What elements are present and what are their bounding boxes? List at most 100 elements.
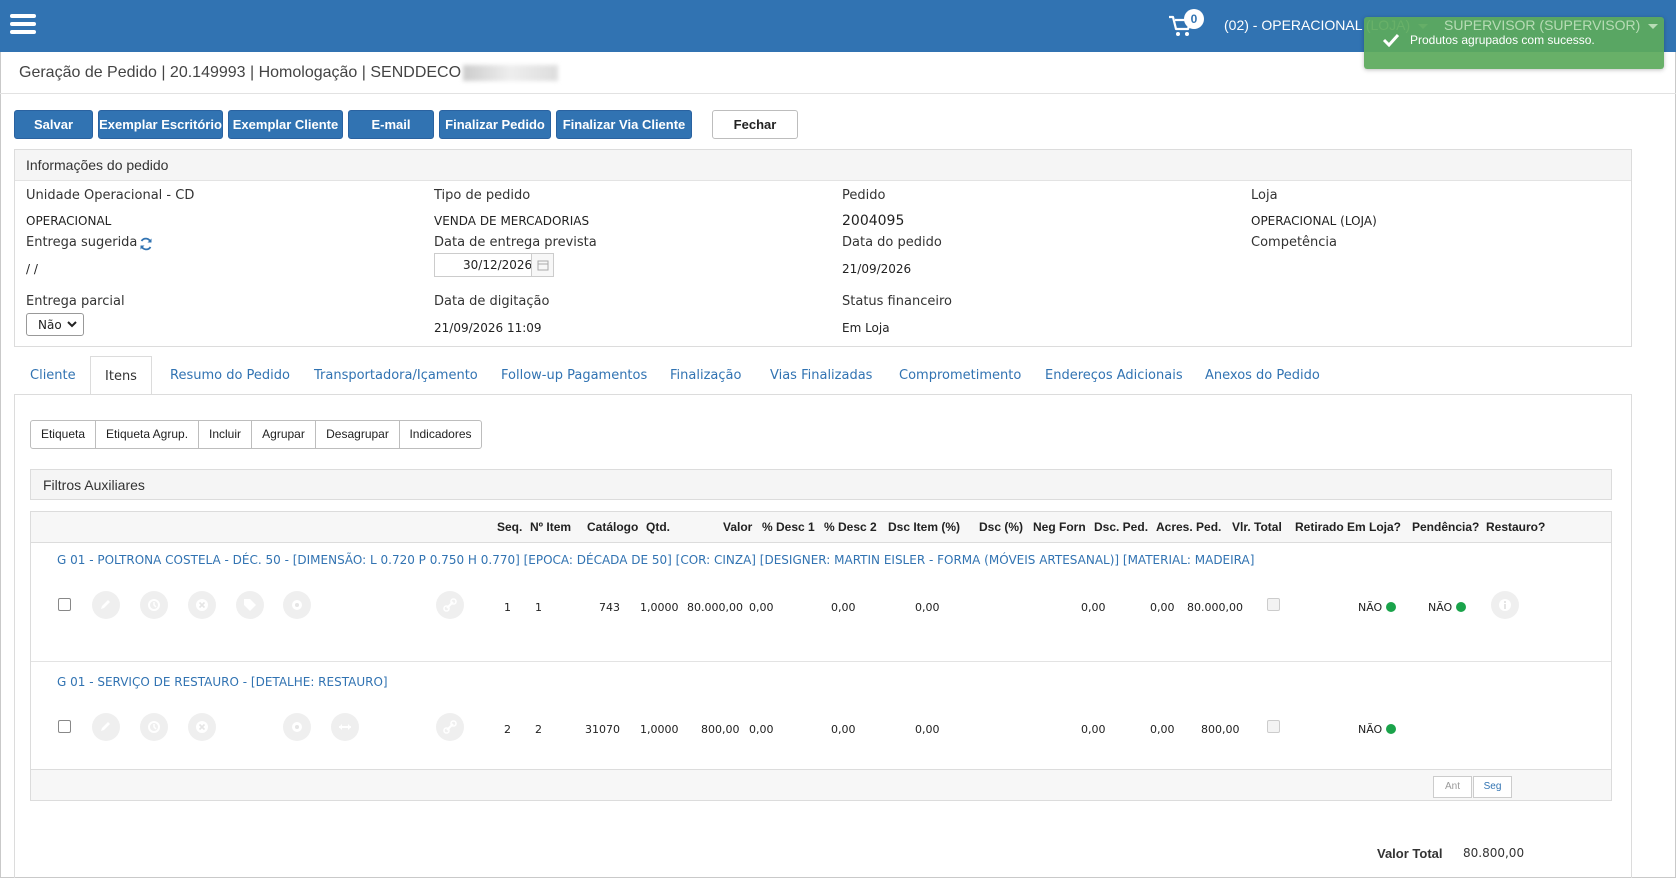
cell-desc1: 0,00 bbox=[749, 601, 774, 614]
filtros-auxiliares-panel[interactable]: Filtros Auxiliares bbox=[30, 469, 1612, 500]
tab-cliente[interactable]: Cliente bbox=[30, 356, 76, 395]
tag-icon[interactable] bbox=[236, 591, 264, 619]
check-icon bbox=[1382, 33, 1400, 47]
cell-vlr-total: 800,00 bbox=[1201, 723, 1240, 736]
link-icon[interactable] bbox=[436, 713, 464, 741]
retirado-em-loja-checkbox[interactable] bbox=[1267, 720, 1280, 733]
col-dsc: Dsc (%) bbox=[979, 520, 1024, 534]
cell-vlr-total: 80.000,00 bbox=[1187, 601, 1243, 614]
data-entrega-prevista-label: Data de entrega prevista bbox=[434, 235, 597, 250]
col-neg-forn: Neg Forn bbox=[1033, 520, 1086, 534]
tab-follow-up-pagamentos[interactable]: Follow-up Pagamentos bbox=[501, 356, 647, 395]
tipo-pedido-label: Tipo de pedido bbox=[434, 188, 531, 203]
history-icon[interactable] bbox=[140, 591, 168, 619]
pedido-label: Pedido bbox=[842, 188, 886, 203]
tab-anexos-pedido[interactable]: Anexos do Pedido bbox=[1205, 356, 1320, 395]
agrupar-button[interactable]: Agrupar bbox=[252, 421, 316, 448]
data-digitacao-value: 21/09/2026 11:09 bbox=[434, 321, 542, 335]
restauro-status: NÃO bbox=[1428, 601, 1467, 614]
data-entrega-prevista-input[interactable]: 30/12/2026 bbox=[434, 253, 554, 277]
tab-finalizacao[interactable]: Finalização bbox=[670, 356, 741, 395]
status-financeiro-label: Status financeiro bbox=[842, 294, 952, 309]
tab-transportadora[interactable]: Transportadora/Içamento bbox=[314, 356, 478, 395]
cell-valor: 80.000,00 bbox=[687, 601, 743, 614]
gear-icon[interactable] bbox=[283, 713, 311, 741]
save-button[interactable]: Salvar bbox=[14, 110, 93, 139]
entrega-parcial-label: Entrega parcial bbox=[26, 294, 125, 309]
status-dot-green bbox=[1456, 602, 1467, 612]
entrega-parcial-select[interactable]: Não bbox=[26, 313, 84, 336]
finalizar-via-cliente-button[interactable]: Finalizar Via Cliente bbox=[556, 110, 692, 139]
status-dot-green bbox=[1386, 602, 1397, 612]
gear-icon[interactable] bbox=[283, 591, 311, 619]
tab-enderecos-adicionais[interactable]: Endereços Adicionais bbox=[1045, 356, 1183, 395]
retirado-em-loja-checkbox[interactable] bbox=[1267, 598, 1280, 611]
info-icon[interactable] bbox=[1491, 591, 1519, 619]
cell-desc2: 0,00 bbox=[831, 723, 856, 736]
col-qtd: Qtd. bbox=[646, 520, 670, 534]
group-title: G 01 - SERVIÇO DE RESTAURO - [DETALHE: R… bbox=[57, 675, 388, 689]
col-catalogo: Catálogo bbox=[587, 520, 639, 534]
redacted-text bbox=[463, 64, 559, 81]
close-icon[interactable] bbox=[188, 591, 216, 619]
close-icon[interactable] bbox=[188, 713, 216, 741]
user-menu[interactable]: SUPERVISOR (SUPERVISOR) bbox=[1444, 17, 1659, 33]
arrows-horizontal-icon[interactable] bbox=[331, 713, 359, 741]
status-financeiro-value: Em Loja bbox=[842, 321, 890, 335]
row-select-checkbox[interactable] bbox=[58, 720, 71, 733]
order-info-title: Informações do pedido bbox=[26, 157, 169, 173]
tab-comprometimento[interactable]: Comprometimento bbox=[899, 356, 1021, 395]
filtros-auxiliares-title: Filtros Auxiliares bbox=[43, 477, 145, 493]
cell-dsc-ped: 0,00 bbox=[1081, 601, 1106, 614]
data-pedido-value: 21/09/2026 bbox=[842, 262, 912, 276]
pendencia-status: NÃO bbox=[1358, 723, 1397, 736]
cell-seq: 2 bbox=[504, 723, 511, 736]
link-icon[interactable] bbox=[436, 591, 464, 619]
pager-next-button[interactable]: Seg bbox=[1473, 776, 1512, 798]
entrega-sugerida-value: / / bbox=[26, 262, 38, 276]
data-pedido-label: Data do pedido bbox=[842, 235, 942, 250]
page-title: Geração de Pedido | 20.149993 | Homologa… bbox=[19, 64, 559, 82]
grid-header: Seq. Nº Item Catálogo Qtd. Valor % Desc … bbox=[31, 512, 1611, 543]
pager-prev-button[interactable]: Ant bbox=[1433, 776, 1472, 798]
col-seq: Seq. bbox=[497, 520, 523, 534]
cell-desc1: 0,00 bbox=[749, 723, 774, 736]
etiqueta-button[interactable]: Etiqueta bbox=[31, 421, 96, 448]
divider bbox=[0, 93, 1676, 94]
col-pendencia: Pendência? bbox=[1412, 520, 1480, 534]
cell-n-item: 1 bbox=[535, 601, 542, 614]
entrega-sugerida-label: Entrega sugerida bbox=[26, 235, 138, 250]
order-info-panel: Informações do pedido Unidade Operaciona… bbox=[14, 149, 1632, 347]
tab-resumo-pedido[interactable]: Resumo do Pedido bbox=[170, 356, 290, 395]
desagrupar-button[interactable]: Desagrupar bbox=[316, 421, 400, 448]
history-icon[interactable] bbox=[140, 713, 168, 741]
indicadores-button[interactable]: Indicadores bbox=[400, 421, 481, 448]
pencil-icon[interactable] bbox=[92, 591, 120, 619]
cell-catalogo: 743 bbox=[599, 601, 620, 614]
user-menu-label: SUPERVISOR (SUPERVISOR) bbox=[1444, 17, 1641, 33]
calendar-icon[interactable] bbox=[531, 254, 553, 276]
unidade-label: Unidade Operacional - CD bbox=[26, 188, 195, 203]
incluir-button[interactable]: Incluir bbox=[199, 421, 252, 448]
row-select-checkbox[interactable] bbox=[58, 598, 71, 611]
tab-vias-finalizadas[interactable]: Vias Finalizadas bbox=[770, 356, 872, 395]
pencil-icon[interactable] bbox=[92, 713, 120, 741]
col-restauro: Restauro? bbox=[1486, 520, 1546, 534]
col-dsc-item: Dsc Item (%) bbox=[888, 520, 961, 534]
cell-acres-ped: 0,00 bbox=[1150, 723, 1175, 736]
etiqueta-agrup-button[interactable]: Etiqueta Agrup. bbox=[96, 421, 199, 448]
hamburger-icon[interactable] bbox=[10, 14, 36, 34]
chevron-down-icon bbox=[1648, 23, 1659, 29]
email-button[interactable]: E-mail bbox=[348, 110, 434, 139]
tab-itens[interactable]: Itens bbox=[90, 356, 152, 395]
success-toast[interactable]: SUPERVISOR (SUPERVISOR) Produtos agrupad… bbox=[1364, 17, 1664, 69]
refresh-icon[interactable] bbox=[139, 237, 153, 251]
group-title: G 01 - POLTRONA COSTELA - DÉC. 50 - [DIM… bbox=[57, 553, 1255, 567]
exemplar-cliente-button[interactable]: Exemplar Cliente bbox=[228, 110, 343, 139]
col-desc1: % Desc 1 bbox=[762, 520, 815, 534]
finalizar-pedido-button[interactable]: Finalizar Pedido bbox=[439, 110, 551, 139]
loja-label: Loja bbox=[1251, 188, 1278, 203]
entrega-parcial-value: Não bbox=[38, 318, 62, 332]
close-button[interactable]: Fechar bbox=[712, 110, 798, 139]
exemplar-escritorio-button[interactable]: Exemplar Escritório bbox=[98, 110, 223, 139]
